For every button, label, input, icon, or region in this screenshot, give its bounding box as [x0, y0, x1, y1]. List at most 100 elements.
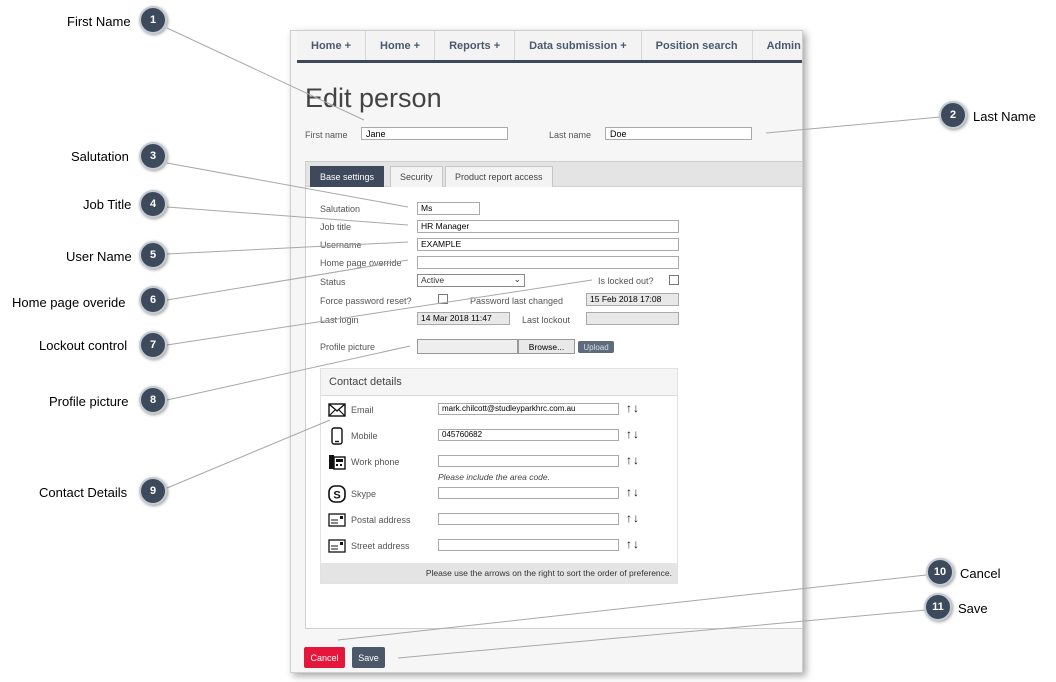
- work-phone-input[interactable]: [438, 455, 619, 467]
- last-lockout-value: [586, 312, 679, 325]
- last-lockout-label: Last lockout: [522, 315, 571, 325]
- callout-11-number: 11: [924, 593, 952, 621]
- home-page-override-label: Home page override: [320, 258, 402, 268]
- contact-sort-note: Please use the arrows on the right to so…: [321, 563, 677, 583]
- skype-label: Skype: [351, 489, 377, 499]
- job-title-input[interactable]: HR Manager: [417, 220, 679, 233]
- save-button[interactable]: Save: [352, 647, 385, 668]
- work-phone-hint: Please include the area code.: [438, 472, 550, 482]
- home-page-override-input[interactable]: [417, 256, 679, 269]
- is-locked-out-checkbox[interactable]: [669, 275, 679, 285]
- desk-phone-icon: [327, 453, 347, 471]
- nav-item-admin[interactable]: Admin +: [753, 31, 802, 60]
- force-password-reset-label: Force password reset?: [320, 296, 412, 306]
- mobile-sort-arrows[interactable]: ↑↓: [626, 427, 640, 441]
- status-select-value: Active: [421, 275, 445, 285]
- callout-7-number: 7: [139, 331, 167, 359]
- callout-8-number: 8: [139, 386, 167, 414]
- skype-sort-arrows[interactable]: ↑↓: [626, 485, 640, 499]
- envelope-icon: [327, 401, 347, 419]
- password-last-changed-label: Password last changed: [470, 296, 564, 306]
- browse-button[interactable]: Browse...: [518, 339, 575, 354]
- first-name-label: First name: [305, 130, 348, 140]
- callout-9-label: Contact Details: [39, 485, 128, 500]
- callout-1-label: First Name: [67, 14, 131, 29]
- mobile-phone-icon: [327, 427, 347, 445]
- contact-row-email: Email mark.chilcott@studleyparkhrc.com.a…: [321, 400, 677, 420]
- contact-row-street-address: Street address ↑↓: [321, 536, 677, 556]
- upload-button[interactable]: Upload: [578, 341, 614, 353]
- callout-2-number: 2: [939, 101, 967, 129]
- svg-text:S: S: [333, 490, 340, 502]
- callout-6-number: 6: [139, 286, 167, 314]
- callout-2-label: Last Name: [973, 109, 1036, 124]
- tab-bar: Base settings Security Product report ac…: [306, 162, 802, 187]
- profile-picture-file-input[interactable]: [417, 339, 518, 354]
- email-sort-arrows[interactable]: ↑↓: [626, 401, 640, 415]
- cancel-button[interactable]: Cancel: [304, 647, 345, 668]
- username-input[interactable]: EXAMPLE: [417, 238, 679, 251]
- tab-security[interactable]: Security: [390, 166, 443, 187]
- last-login-label: Last login: [320, 315, 359, 325]
- callout-4-number: 4: [139, 190, 167, 218]
- contact-details-section: Contact details Email mark.chilcott@stud…: [320, 368, 678, 584]
- contact-row-postal-address: Postal address ↑↓: [321, 510, 677, 530]
- street-address-sort-arrows[interactable]: ↑↓: [626, 537, 640, 551]
- page-title: Edit person: [305, 83, 442, 113]
- status-label: Status: [320, 277, 346, 287]
- force-password-reset-checkbox[interactable]: [438, 294, 448, 304]
- contact-row-mobile: Mobile 045760682 ↑↓: [321, 426, 677, 446]
- mobile-input[interactable]: 045760682: [438, 429, 619, 441]
- nav-item-reports[interactable]: Reports +: [435, 31, 516, 60]
- last-name-input[interactable]: Doe: [605, 127, 752, 140]
- address-card-icon: [327, 511, 347, 529]
- callout-8-label: Profile picture: [49, 394, 129, 409]
- app-screenshot: Home + Home + Reports + Data submission …: [290, 30, 803, 673]
- last-name-label: Last name: [549, 130, 592, 140]
- callout-3-number: 3: [139, 142, 167, 170]
- is-locked-out-label: Is locked out?: [598, 276, 654, 286]
- mobile-label: Mobile: [351, 431, 378, 441]
- email-label: Email: [351, 405, 374, 415]
- status-select[interactable]: Active ⌄: [417, 274, 525, 287]
- contact-list: Email mark.chilcott@studleyparkhrc.com.a…: [321, 396, 677, 565]
- street-address-input[interactable]: [438, 539, 619, 551]
- street-address-label: Street address: [351, 541, 410, 551]
- contact-details-title: Contact details: [321, 369, 677, 396]
- contact-row-skype: S Skype ↑↓: [321, 484, 677, 504]
- callout-7-label: Lockout control: [39, 338, 128, 353]
- postal-address-sort-arrows[interactable]: ↑↓: [626, 511, 640, 525]
- callout-1-number: 1: [139, 6, 167, 34]
- callout-3-label: Salutation: [71, 149, 129, 164]
- first-name-input[interactable]: Jane: [361, 127, 508, 140]
- skype-input[interactable]: [438, 487, 619, 499]
- chevron-down-icon: ⌄: [513, 274, 521, 284]
- callout-9-number: 9: [139, 477, 167, 505]
- nav-item-home-2[interactable]: Home +: [366, 31, 436, 60]
- salutation-input[interactable]: Ms: [417, 202, 480, 215]
- settings-panel: Base settings Security Product report ac…: [305, 161, 802, 629]
- callout-4-label: Job Title: [83, 197, 132, 212]
- nav-item-home-1[interactable]: Home +: [297, 31, 367, 60]
- callout-5-label: User Name: [66, 249, 132, 264]
- last-login-value: 14 Mar 2018 11:47: [417, 312, 510, 325]
- salutation-label: Salutation: [320, 204, 361, 214]
- tab-base-settings[interactable]: Base settings: [310, 166, 385, 187]
- nav-item-position-search[interactable]: Position search: [642, 31, 753, 60]
- password-last-changed-value: 15 Feb 2018 17:08: [586, 293, 679, 306]
- contact-row-work-phone: Work phone ↑↓ Please include the area co…: [321, 452, 677, 482]
- job-title-label: Job title: [320, 222, 352, 232]
- callout-10-label: Cancel: [960, 566, 1001, 581]
- tab-product-report-access[interactable]: Product report access: [445, 166, 553, 187]
- username-label: Username: [320, 240, 362, 250]
- callout-11-label: Save: [958, 601, 988, 616]
- email-input[interactable]: mark.chilcott@studleyparkhrc.com.au: [438, 403, 619, 415]
- nav-item-data-submission[interactable]: Data submission +: [515, 31, 642, 60]
- callout-10-number: 10: [926, 558, 954, 586]
- callout-5-number: 5: [139, 241, 167, 269]
- work-phone-label: Work phone: [351, 457, 400, 467]
- address-card-icon: [327, 537, 347, 555]
- postal-address-input[interactable]: [438, 513, 619, 525]
- work-phone-sort-arrows[interactable]: ↑↓: [626, 453, 640, 467]
- postal-address-label: Postal address: [351, 515, 411, 525]
